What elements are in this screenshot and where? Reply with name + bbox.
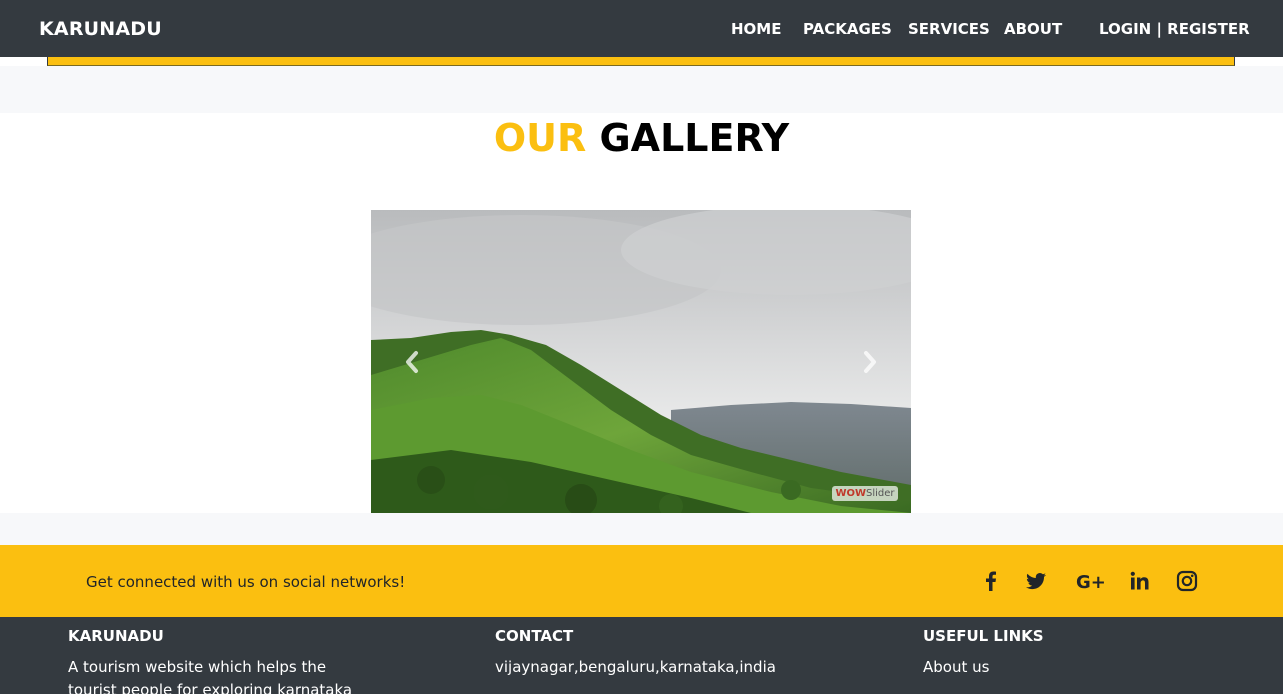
slider-next-arrow[interactable] xyxy=(857,347,883,377)
footer-links-list: About us xyxy=(923,656,989,679)
brand-logo[interactable]: KARUNADU xyxy=(39,18,162,40)
social-bar: Get connected with us on social networks… xyxy=(0,545,1283,617)
nav-home[interactable]: HOME xyxy=(731,20,781,38)
twitter-icon[interactable] xyxy=(1024,569,1048,593)
wowslider-badge[interactable]: WOWSlider xyxy=(832,486,898,501)
footer-links-heading: USEFUL LINKS xyxy=(923,627,1044,645)
gallery-title-accent: OUR xyxy=(493,116,587,160)
footer-about-text: A tourism website which helps the touris… xyxy=(68,658,353,694)
slider-prev-arrow[interactable] xyxy=(399,347,425,377)
gallery-title-rest: GALLERY xyxy=(599,116,790,160)
navbar-accent-strip xyxy=(47,57,1235,66)
chevron-left-icon xyxy=(406,351,418,373)
section-band-top xyxy=(0,66,1283,113)
footer-link-about-us[interactable]: About us xyxy=(923,658,989,676)
gallery-title: OUR GALLERY xyxy=(0,116,1283,160)
footer-about-heading: KARUNADU xyxy=(68,627,164,645)
footer-contact-heading: CONTACT xyxy=(495,627,574,645)
nav-services[interactable]: SERVICES xyxy=(908,20,990,38)
top-navbar: KARUNADU HOME PACKAGES SERVICES ABOUT LO… xyxy=(0,0,1283,57)
nav-login-register[interactable]: LOGIN | REGISTER xyxy=(1099,20,1250,38)
nav-packages[interactable]: PACKAGES xyxy=(803,20,892,38)
section-band-bottom xyxy=(0,513,1283,545)
google-plus-icon[interactable]: G+ xyxy=(1076,569,1106,593)
facebook-icon[interactable] xyxy=(979,569,1003,593)
chevron-right-icon xyxy=(864,351,876,373)
wowslider-badge-wow: WOW xyxy=(835,488,867,499)
nav-about[interactable]: ABOUT xyxy=(1004,20,1062,38)
instagram-icon[interactable] xyxy=(1175,569,1199,593)
slider-image-mountains xyxy=(371,210,911,513)
social-tagline: Get connected with us on social networks… xyxy=(86,573,406,591)
site-footer: KARUNADU A tourism website which helps t… xyxy=(0,617,1283,694)
footer-contact-address: vijaynagar,bengaluru,karnataka,india xyxy=(495,658,776,676)
wowslider-badge-slider: Slider xyxy=(866,488,895,499)
gallery-slider[interactable]: WOWSlider xyxy=(371,210,911,513)
svg-text:G+: G+ xyxy=(1076,572,1104,593)
linkedin-icon[interactable] xyxy=(1128,569,1152,593)
